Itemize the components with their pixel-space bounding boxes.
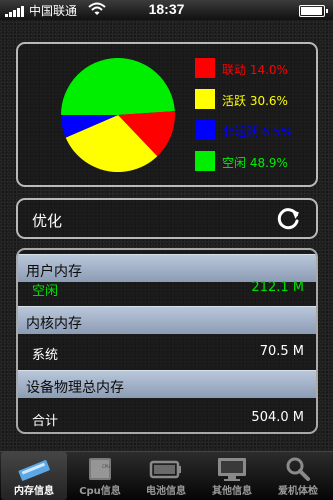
memory-info-table: 用户内存 空闲 212.1 M 内核内存 系统 70.5 M 设备物理总内存 合…	[16, 248, 318, 434]
physical-memory-header: 设备物理总内存	[18, 370, 316, 398]
system-memory-value: 70.5 M	[259, 344, 304, 359]
legend-item-active: 活跃 30.6%	[195, 89, 315, 113]
tab-label: 其他信息	[212, 486, 252, 497]
kernel-memory-header: 内核内存	[18, 306, 316, 334]
total-memory-value: 504.0 M	[251, 410, 304, 425]
legend-item-free: 空闲 48.9%	[195, 151, 315, 175]
battery-icon	[149, 460, 181, 479]
system-memory-row: 系统 70.5 M	[18, 334, 316, 370]
optimize-button[interactable]: 优化	[16, 198, 318, 239]
refresh-icon[interactable]	[276, 206, 302, 232]
monitor-icon	[218, 458, 246, 481]
tab-label: 爱机体检	[278, 486, 318, 497]
tab-label: Cpu信息	[79, 486, 121, 497]
magnifier-icon	[286, 457, 310, 481]
free-memory-row: 空闲 212.1 M	[18, 274, 316, 310]
pie-slice-free	[61, 57, 175, 115]
cpu-icon: CPU	[89, 458, 111, 480]
tab-device-checkup[interactable]: 爱机体检	[265, 452, 331, 500]
legend-swatch	[195, 151, 215, 171]
tab-cpu-info[interactable]: CPU Cpu信息	[67, 452, 133, 500]
battery-icon	[299, 5, 328, 17]
memory-pie-chart	[61, 57, 175, 172]
tab-battery-info[interactable]: 电池信息	[133, 452, 199, 500]
tab-other-info[interactable]: 其他信息	[199, 452, 265, 500]
legend-swatch	[195, 89, 215, 109]
svg-text:CPU: CPU	[102, 464, 110, 469]
tab-bar: 内存信息 CPU Cpu信息 电池信息 其他信息 爱机体检	[0, 451, 333, 500]
free-memory-label: 空闲	[32, 284, 59, 299]
tab-label: 内存信息	[14, 486, 54, 497]
clock: 18:37	[148, 1, 185, 17]
status-bar: 中国联通 18:37	[0, 0, 333, 20]
legend-swatch	[195, 58, 215, 78]
legend-item-linked: 联动 14.0%	[195, 58, 315, 82]
total-memory-label: 合计	[32, 414, 59, 429]
legend-label: 联动 14.0%	[222, 63, 288, 77]
system-memory-label: 系统	[32, 348, 59, 363]
tab-memory-info[interactable]: 内存信息	[1, 452, 67, 500]
memory-chart-panel: 联动 14.0% 活跃 30.6% 非活跃 6.5% 空闲 48.9%	[16, 42, 318, 187]
legend-label: 空闲 48.9%	[222, 156, 288, 170]
legend-label: 活跃 30.6%	[222, 94, 288, 108]
memory-chip-icon	[18, 460, 50, 481]
legend-item-inactive: 非活跃 6.5%	[195, 120, 315, 144]
legend-label: 非活跃 6.5%	[222, 125, 293, 139]
tab-label: 电池信息	[146, 486, 186, 497]
optimize-label: 优化	[32, 212, 63, 230]
total-memory-row: 合计 504.0 M	[18, 400, 316, 432]
free-memory-value: 212.1 M	[251, 280, 304, 295]
legend-swatch	[195, 120, 215, 140]
